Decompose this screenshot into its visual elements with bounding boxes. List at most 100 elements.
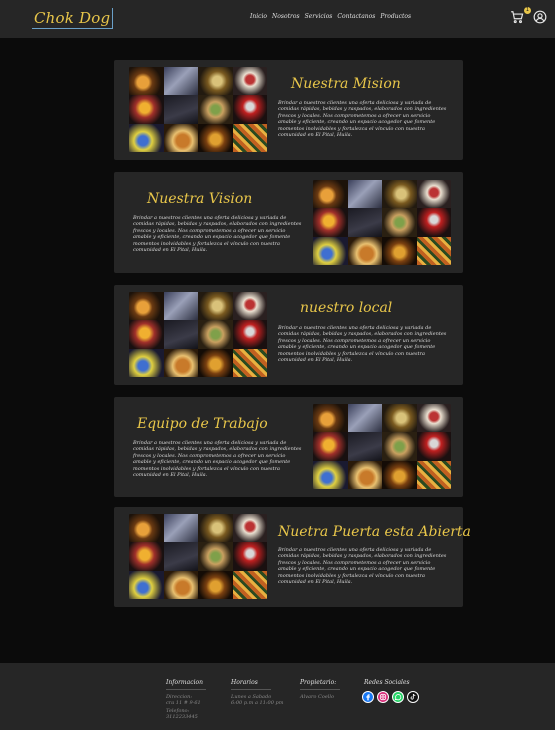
tiktok-icon[interactable] xyxy=(407,691,419,703)
nav-link-nosotros[interactable]: Nosotros xyxy=(272,13,300,20)
collage-tile xyxy=(129,292,164,321)
collage-tile xyxy=(416,432,451,461)
card-title: Nuestra Vision xyxy=(147,191,253,207)
food-collage-image xyxy=(313,180,451,265)
collage-tile xyxy=(382,404,417,433)
card-text: Brindar a nuestros clientes una oferta d… xyxy=(278,325,447,364)
collage-tile xyxy=(232,320,267,349)
collage-tile xyxy=(347,404,382,433)
footer-heading: Propietario: xyxy=(300,679,340,690)
collage-tile xyxy=(347,236,382,265)
card-local: nuestro local Brindar a nuestros cliente… xyxy=(114,285,463,385)
collage-tile xyxy=(198,570,233,599)
collage-tile xyxy=(163,348,198,377)
card-text: Brindar a nuestros clientes una oferta d… xyxy=(278,100,447,139)
footer-info: Informacion Direccion: cra 11 # 9-61 Tel… xyxy=(166,679,206,720)
collage-tile xyxy=(163,320,198,349)
user-account-icon[interactable] xyxy=(533,10,547,24)
footer-owner: Propietario: Alvaro Coello xyxy=(300,679,340,700)
collage-tile xyxy=(347,460,382,489)
collage-tile xyxy=(232,123,267,152)
instagram-icon[interactable] xyxy=(377,691,389,703)
collage-tile xyxy=(347,180,382,209)
footer-text: Lunes a Sabado 6:00 p.m a 11:00 pm xyxy=(231,694,283,706)
collage-tile xyxy=(313,208,348,237)
collage-tile xyxy=(129,67,164,96)
address-value: cra 11 # 9-61 xyxy=(166,700,201,706)
collage-tile xyxy=(313,460,348,489)
card-text: Brindar a nuestros clientes una oferta d… xyxy=(133,215,302,254)
footer-heading: Horarios xyxy=(231,679,271,690)
cart-count-badge: 1 xyxy=(524,7,531,14)
card-title: Equipo de Trabajo xyxy=(137,416,268,432)
food-collage-image xyxy=(129,514,267,599)
collage-tile xyxy=(313,180,348,209)
collage-tile xyxy=(129,320,164,349)
collage-tile xyxy=(129,542,164,571)
card-mision: Nuestra Mision Brindar a nuestros client… xyxy=(114,60,463,160)
collage-tile xyxy=(129,95,164,124)
card-title: Nuestra Mision xyxy=(291,76,401,92)
main-nav: Inicio Nosotros Servicios Contactanos Pr… xyxy=(250,13,411,20)
nav-link-inicio[interactable]: Inicio xyxy=(250,13,267,20)
collage-tile xyxy=(163,95,198,124)
collage-tile xyxy=(232,514,267,543)
collage-tile xyxy=(198,514,233,543)
collage-tile xyxy=(382,236,417,265)
collage-tile xyxy=(347,432,382,461)
collage-tile xyxy=(416,460,451,489)
site-footer: Informacion Direccion: cra 11 # 9-61 Tel… xyxy=(0,663,555,730)
site-logo[interactable]: Chok Dog xyxy=(32,8,114,29)
collage-tile xyxy=(232,292,267,321)
card-equipo: Equipo de Trabajo Brindar a nuestros cli… xyxy=(114,397,463,497)
collage-tile xyxy=(416,236,451,265)
collage-tile xyxy=(163,292,198,321)
collage-tile xyxy=(163,514,198,543)
collage-tile xyxy=(198,348,233,377)
phone-value: 3112233445 xyxy=(166,714,198,720)
cart-icon[interactable] xyxy=(510,10,524,24)
collage-tile xyxy=(129,348,164,377)
card-title: Nuetra Puerta esta Abierta xyxy=(278,524,471,540)
collage-tile xyxy=(313,404,348,433)
collage-tile xyxy=(198,542,233,571)
collage-tile xyxy=(198,95,233,124)
collage-tile xyxy=(313,236,348,265)
collage-tile xyxy=(129,570,164,599)
footer-text: Alvaro Coello xyxy=(300,694,340,700)
footer-heading: Informacion xyxy=(166,679,206,690)
collage-tile xyxy=(347,208,382,237)
food-collage-image xyxy=(129,292,267,377)
card-title: nuestro local xyxy=(300,300,393,316)
collage-tile xyxy=(232,542,267,571)
food-collage-image xyxy=(313,404,451,489)
collage-tile xyxy=(163,67,198,96)
collage-tile xyxy=(382,180,417,209)
collage-tile xyxy=(163,570,198,599)
collage-tile xyxy=(313,432,348,461)
collage-tile xyxy=(382,432,417,461)
collage-tile xyxy=(198,67,233,96)
collage-tile xyxy=(198,123,233,152)
whatsapp-icon[interactable] xyxy=(392,691,404,703)
collage-tile xyxy=(198,292,233,321)
collage-tile xyxy=(382,208,417,237)
nav-link-contactanos[interactable]: Contactanos xyxy=(337,13,375,20)
collage-tile xyxy=(129,123,164,152)
collage-tile xyxy=(416,208,451,237)
nav-link-servicios[interactable]: Servicios xyxy=(305,13,333,20)
card-text: Brindar a nuestros clientes una oferta d… xyxy=(278,547,447,586)
collage-tile xyxy=(163,542,198,571)
footer-heading: Redes Sociales xyxy=(364,679,410,686)
collage-tile xyxy=(232,67,267,96)
collage-tile xyxy=(232,95,267,124)
site-header: Chok Dog Inicio Nosotros Servicios Conta… xyxy=(0,0,555,38)
facebook-icon[interactable] xyxy=(362,691,374,703)
card-vision: Nuestra Vision Brindar a nuestros client… xyxy=(114,172,463,273)
food-collage-image xyxy=(129,67,267,152)
footer-hours: Horarios Lunes a Sabado 6:00 p.m a 11:00… xyxy=(231,679,283,706)
collage-tile xyxy=(198,320,233,349)
collage-tile xyxy=(416,404,451,433)
footer-social: Redes Sociales xyxy=(364,679,410,689)
nav-link-productos[interactable]: Productos xyxy=(380,13,411,20)
